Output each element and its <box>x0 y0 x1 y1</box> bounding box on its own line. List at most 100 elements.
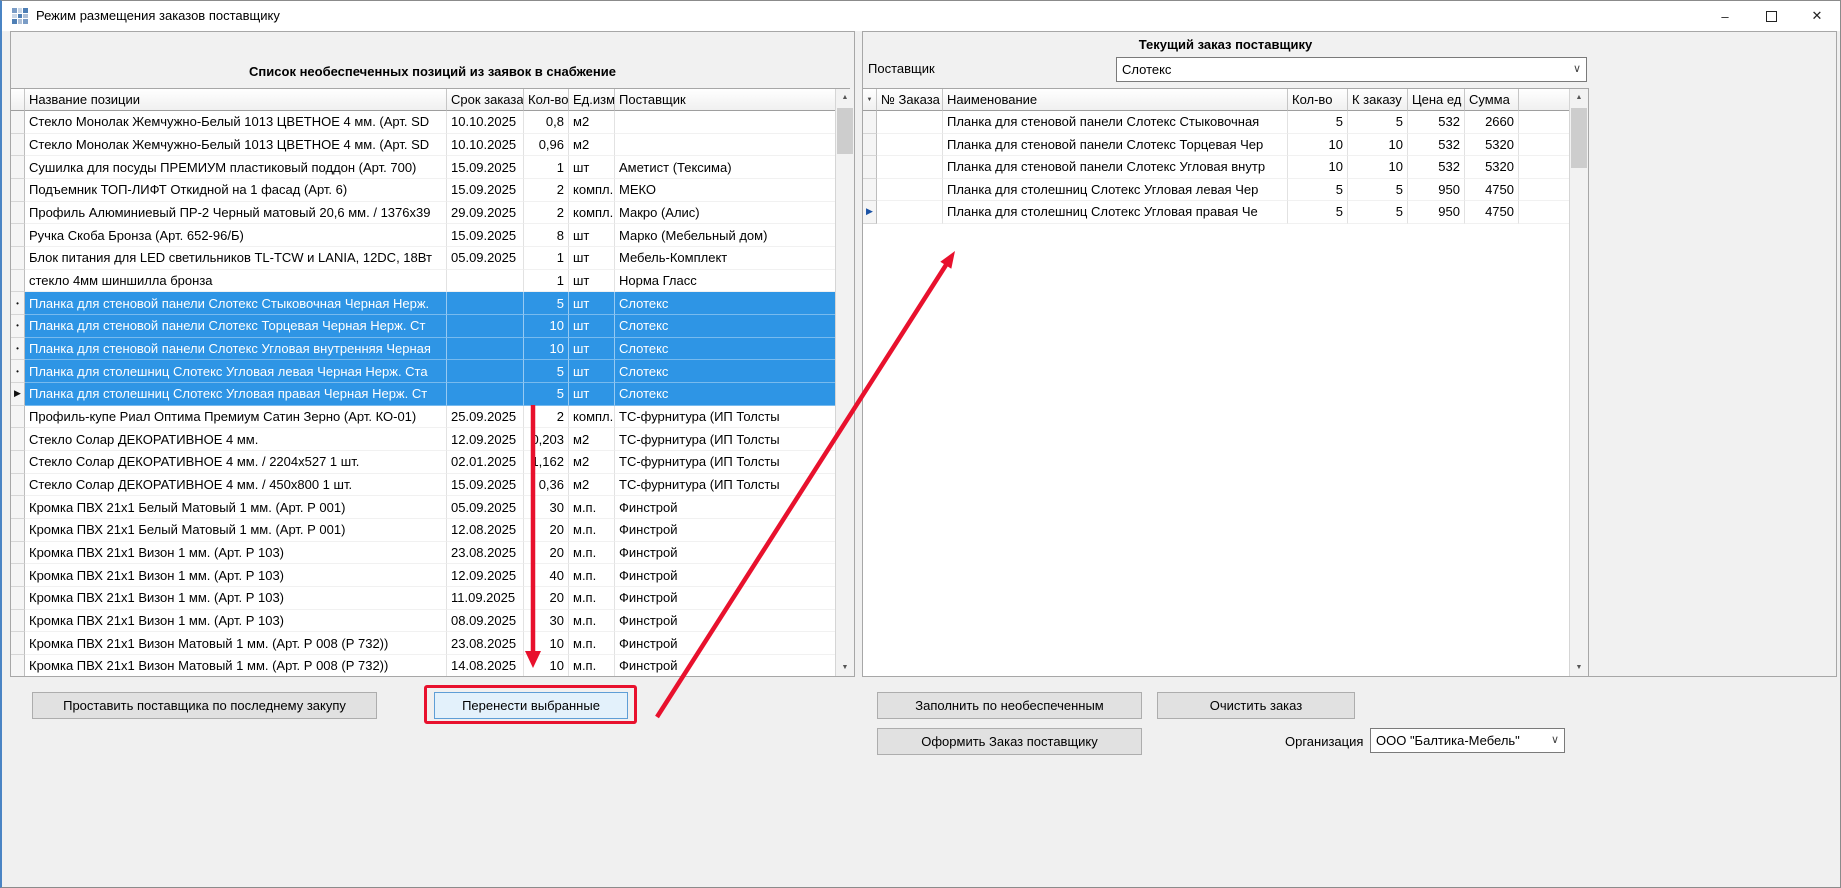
cell-qty: 1 <box>524 156 569 179</box>
cell-date: 12.09.2025 <box>447 428 524 451</box>
minimize-icon: – <box>1721 9 1728 24</box>
set-supplier-button[interactable]: Проставить поставщика по последнему заку… <box>32 692 377 719</box>
cell-unit: шт <box>569 315 615 338</box>
column-header-to-order[interactable]: К заказу <box>1348 89 1408 111</box>
cell-unit-price: 532 <box>1408 156 1465 179</box>
table-row[interactable]: Кромка ПВХ 21x1 Визон 1 мм. (Арт. Р 103)… <box>11 542 849 565</box>
table-row[interactable]: Планка для стеновой панели Слотекс Стыко… <box>863 111 1588 134</box>
cell-name: Профиль-купе Риал Оптима Премиум Сатин З… <box>25 406 447 429</box>
row-gutter <box>863 156 877 179</box>
cell-unit: шт <box>569 156 615 179</box>
cell-supplier: Мебель-Комплект <box>615 247 849 270</box>
table-row[interactable]: •Планка для стеновой панели Слотекс Угло… <box>11 338 849 361</box>
left-table-body: Стекло Монолак Жемчужно-Белый 1013 ЦВЕТН… <box>11 111 849 676</box>
cell-supplier: Макро (Алис) <box>615 202 849 225</box>
table-row[interactable]: Кромка ПВХ 21x1 Визон Матовый 1 мм. (Арт… <box>11 632 849 655</box>
table-row[interactable]: ▶Планка для столешниц Слотекс Угловая пр… <box>863 201 1588 224</box>
column-header-qty[interactable]: Кол-во <box>524 89 569 111</box>
table-row[interactable]: Ручка Скоба Бронза (Арт. 652-96/Б)15.09.… <box>11 224 849 247</box>
table-row[interactable]: Сушилка для посуды ПРЕМИУМ пластиковый п… <box>11 156 849 179</box>
table-row[interactable]: Блок питания для LED светильников TL-TCW… <box>11 247 849 270</box>
table-row[interactable]: Профиль-купе Риал Оптима Премиум Сатин З… <box>11 406 849 429</box>
column-header-unit-price[interactable]: Цена ед <box>1408 89 1465 111</box>
cell-supplier <box>615 111 849 134</box>
close-button[interactable]: ✕ <box>1794 1 1840 31</box>
filter-icon[interactable]: ▼ <box>863 89 877 111</box>
cell-supplier: МЕКО <box>615 179 849 202</box>
cell-supplier: ТС-фурнитура (ИП Толсты <box>615 428 849 451</box>
organization-combobox[interactable]: ООО "Балтика-Мебель" ∨ <box>1370 728 1565 753</box>
current-order-table: ▼ № Заказа Наименование Кол-во К заказу … <box>863 88 1589 676</box>
table-row[interactable]: Профиль Алюминиевый ПР-2 Черный матовый … <box>11 202 849 225</box>
cell-unit-price: 532 <box>1408 134 1465 157</box>
table-row[interactable]: Стекло Монолак Жемчужно-Белый 1013 ЦВЕТН… <box>11 134 849 157</box>
clear-order-button[interactable]: Очистить заказ <box>1157 692 1355 719</box>
table-row[interactable]: Планка для столешниц Слотекс Угловая лев… <box>863 179 1588 202</box>
left-header-gutter <box>11 89 25 111</box>
row-gutter <box>11 247 25 270</box>
table-row[interactable]: Стекло Солар ДЕКОРАТИВНОЕ 4 мм. / 2204x5… <box>11 451 849 474</box>
selected-row-icon: • <box>11 338 25 361</box>
table-row[interactable]: •Планка для стеновой панели Слотекс Стык… <box>11 292 849 315</box>
cell-unit: шт <box>569 270 615 293</box>
scroll-down-icon[interactable]: ▼ <box>836 659 854 676</box>
create-order-button[interactable]: Оформить Заказ поставщику <box>877 728 1142 755</box>
column-header-sum[interactable]: Сумма <box>1465 89 1519 111</box>
table-row[interactable]: Кромка ПВХ 21x1 Белый Матовый 1 мм. (Арт… <box>11 496 849 519</box>
row-gutter <box>11 156 25 179</box>
column-header-item-name[interactable]: Наименование <box>943 89 1288 111</box>
table-row[interactable]: •Планка для стеновой панели Слотекс Торц… <box>11 315 849 338</box>
column-header-order-no[interactable]: № Заказа <box>877 89 943 111</box>
table-row[interactable]: Стекло Солар ДЕКОРАТИВНОЕ 4 мм.12.09.202… <box>11 428 849 451</box>
window-title: Режим размещения заказов поставщику <box>36 8 280 23</box>
table-row[interactable]: Кромка ПВХ 21x1 Белый Матовый 1 мм. (Арт… <box>11 519 849 542</box>
table-row[interactable]: Кромка ПВХ 21x1 Визон 1 мм. (Арт. Р 103)… <box>11 610 849 633</box>
cell-supplier: Слотекс <box>615 292 849 315</box>
left-table-header: Название позиции Срок заказа Кол-во Ед.и… <box>11 89 849 111</box>
scroll-up-icon[interactable]: ▲ <box>836 89 854 106</box>
table-row[interactable]: Кромка ПВХ 21x1 Визон Матовый 1 мм. (Арт… <box>11 655 849 676</box>
cell-name: Кромка ПВХ 21x1 Визон Матовый 1 мм. (Арт… <box>25 655 447 676</box>
cell-unit: м.п. <box>569 587 615 610</box>
row-gutter <box>11 655 25 676</box>
cell-name: Стекло Солар ДЕКОРАТИВНОЕ 4 мм. / 450x80… <box>25 474 447 497</box>
table-row[interactable]: Кромка ПВХ 21x1 Визон 1 мм. (Арт. Р 103)… <box>11 564 849 587</box>
table-row[interactable]: Планка для стеновой панели Слотекс Торце… <box>863 134 1588 157</box>
table-row[interactable]: Планка для стеновой панели Слотекс Углов… <box>863 156 1588 179</box>
column-header-name[interactable]: Название позиции <box>25 89 447 111</box>
cell-supplier: Норма Гласс <box>615 270 849 293</box>
column-header-unit[interactable]: Ед.изм. <box>569 89 615 111</box>
table-row[interactable]: Стекло Солар ДЕКОРАТИВНОЕ 4 мм. / 450x80… <box>11 474 849 497</box>
minimize-button[interactable]: – <box>1702 1 1748 31</box>
table-row[interactable]: •Планка для столешниц Слотекс Угловая ле… <box>11 360 849 383</box>
supplier-combobox[interactable]: Слотекс ∨ <box>1116 57 1587 82</box>
cell-supplier: Марко (Мебельный дом) <box>615 224 849 247</box>
cell-unit: шт <box>569 360 615 383</box>
cell-qty: 10 <box>524 655 569 676</box>
maximize-button[interactable] <box>1748 1 1794 31</box>
cell-unit: м2 <box>569 451 615 474</box>
right-table-scrollbar[interactable]: ▲ ▼ <box>1569 89 1588 676</box>
organization-label: Организация <box>1285 734 1363 749</box>
table-row[interactable]: Кромка ПВХ 21x1 Визон 1 мм. (Арт. Р 103)… <box>11 587 849 610</box>
left-table-scrollbar[interactable]: ▲ ▼ <box>835 89 854 676</box>
row-gutter <box>863 134 877 157</box>
cell-name: Блок питания для LED светильников TL-TCW… <box>25 247 447 270</box>
cell-date: 15.09.2025 <box>447 179 524 202</box>
scrollbar-thumb[interactable] <box>837 108 853 154</box>
scroll-up-icon[interactable]: ▲ <box>1570 89 1588 106</box>
table-row[interactable]: стекло 4мм шиншилла бронза1штНорма Гласс <box>11 270 849 293</box>
table-row[interactable]: Стекло Монолак Жемчужно-Белый 1013 ЦВЕТН… <box>11 111 849 134</box>
cell-qty: 10 <box>1288 156 1348 179</box>
cell-sum: 4750 <box>1465 201 1519 224</box>
table-row[interactable]: Подъемник ТОП-ЛИФТ Откидной на 1 фасад (… <box>11 179 849 202</box>
cell-unit: м.п. <box>569 610 615 633</box>
column-header-supplier[interactable]: Поставщик <box>615 89 849 111</box>
column-header-date[interactable]: Срок заказа <box>447 89 524 111</box>
scroll-down-icon[interactable]: ▼ <box>1570 659 1588 676</box>
fill-unsecured-button[interactable]: Заполнить по необеспеченным <box>877 692 1142 719</box>
table-row[interactable]: ▶Планка для столешниц Слотекс Угловая пр… <box>11 383 849 406</box>
column-header-qty[interactable]: Кол-во <box>1288 89 1348 111</box>
cell-to-order: 10 <box>1348 134 1408 157</box>
scrollbar-thumb[interactable] <box>1571 108 1587 168</box>
